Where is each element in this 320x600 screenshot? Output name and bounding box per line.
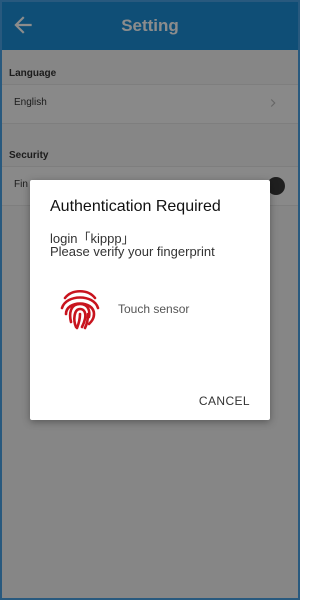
cancel-button[interactable]: CANCEL [199,394,250,408]
fingerprint-icon [60,289,100,330]
auth-dialog: Authentication Required login「kippp」 Ple… [30,180,270,420]
dialog-instruction-text: Please verify your fingerprint [50,244,215,259]
touch-sensor-label: Touch sensor [118,302,190,316]
dialog-title: Authentication Required [50,198,221,215]
